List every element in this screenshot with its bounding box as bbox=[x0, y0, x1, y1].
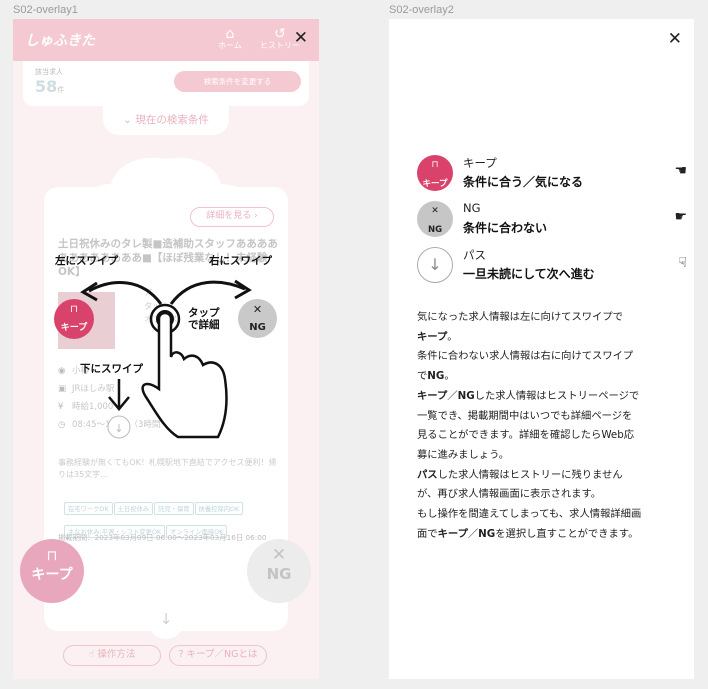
overlay-keep-button: ⊓ キープ bbox=[54, 299, 94, 339]
gesture-overlay: ↓ bbox=[80, 279, 252, 439]
overlay2-frame: ✕ ⊓ キープ キープ 条件に合う／気になる ☚ ✕ NG NG 条件に合わない ☛… bbox=[389, 19, 694, 679]
legend-description: 条件に合わない bbox=[463, 221, 548, 235]
swipe-left-arrow bbox=[88, 281, 163, 305]
frame-label-overlay2: S02-overlay2 bbox=[389, 4, 454, 16]
swipe-down-label: 下にスワイプ bbox=[80, 363, 143, 375]
legend-keep: ⊓ キープ キープ 条件に合う／気になる ☚ bbox=[417, 155, 687, 191]
swipe-right-label: 右にスワイプ bbox=[209, 255, 272, 267]
pass-badge: ↓ bbox=[417, 247, 453, 283]
bookmark-icon: ⊓ bbox=[431, 160, 439, 170]
close-icon[interactable]: ✕ bbox=[668, 29, 682, 49]
legend-name: パス bbox=[463, 248, 486, 262]
swipe-right-arrow bbox=[169, 280, 246, 305]
swipe-down-gesture-icon: ☟ bbox=[678, 255, 687, 271]
x-icon: ✕ bbox=[252, 303, 263, 316]
swipe-right-arrowhead bbox=[234, 279, 252, 300]
overlay-ng-button: ✕ NG bbox=[238, 299, 277, 338]
legend-ng: ✕ NG NG 条件に合わない ☛ bbox=[417, 201, 687, 237]
legend-description: 条件に合う／気になる bbox=[463, 175, 584, 189]
ng-badge: ✕ NG bbox=[417, 201, 453, 237]
explanation-text: 気になった求人情報は左に向けてスワイプで キープ。 条件に合わない求人情報は右に… bbox=[417, 311, 642, 540]
legend-description: 一旦未読にして次へ進む bbox=[463, 267, 595, 281]
swipe-left-gesture-icon: ☚ bbox=[674, 163, 687, 179]
legend-pass: ↓ パス 一旦未読にして次へ進む ☟ bbox=[417, 247, 687, 283]
swipe-left-label: 左にスワイプ bbox=[55, 255, 118, 267]
svg-text:↓: ↓ bbox=[114, 422, 123, 435]
swipe-right-gesture-icon: ☛ bbox=[674, 209, 687, 225]
x-icon: ✕ bbox=[431, 206, 439, 216]
legend-name: キープ bbox=[463, 156, 497, 170]
arrow-down-icon: ↓ bbox=[428, 255, 442, 274]
keep-badge: ⊓ キープ bbox=[417, 155, 453, 191]
bookmark-icon: ⊓ bbox=[70, 304, 78, 315]
tap-detail-label: タップ で詳細 bbox=[188, 307, 220, 332]
legend-name: NG bbox=[463, 201, 481, 215]
hand-icon bbox=[141, 311, 228, 439]
overlay1-frame: しゅふきた ⌂ ホーム ↺ ヒストリー ✕ 該当求人 58件 検索条件を変更する… bbox=[13, 19, 319, 679]
frame-label-overlay1: S02-overlay1 bbox=[13, 4, 78, 16]
